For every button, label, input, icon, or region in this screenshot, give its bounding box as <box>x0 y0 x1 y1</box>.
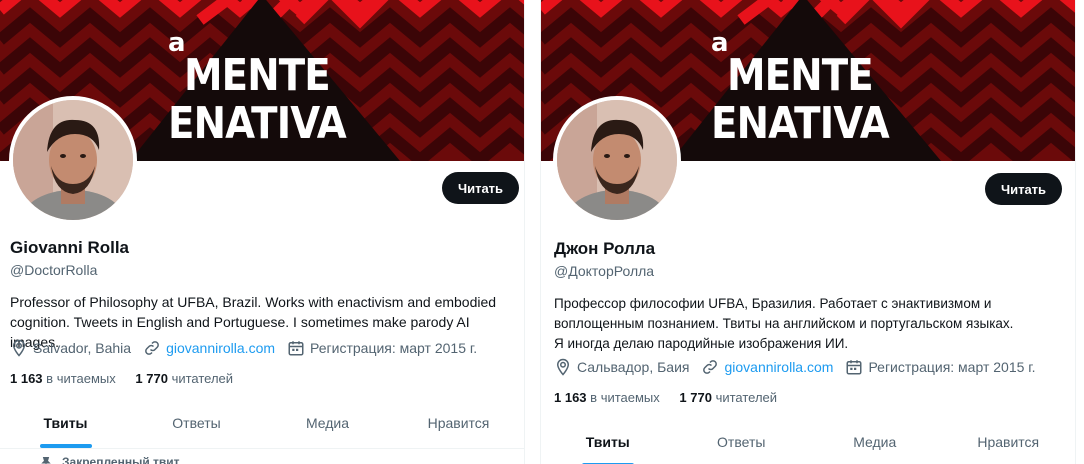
tab-media[interactable]: Медиа <box>262 397 393 448</box>
tab-likes[interactable]: Нравится <box>942 416 1076 464</box>
pinned-tweet-header: Закрепленный твит <box>40 455 180 464</box>
tab-replies[interactable]: Ответы <box>131 397 262 448</box>
logo-line-1: MENTE <box>727 50 874 101</box>
tab-tweets[interactable]: Твиты <box>541 416 675 464</box>
website-link[interactable]: giovannirolla.com <box>724 359 833 375</box>
location-text: Salvador, Bahia <box>33 340 132 356</box>
avatar[interactable] <box>9 96 137 224</box>
tab-likes[interactable]: Нравится <box>393 397 524 448</box>
tab-media-label: Медиа <box>853 433 897 450</box>
tab-replies[interactable]: Ответы <box>675 416 809 464</box>
tab-tweets-label: Твиты <box>43 414 88 431</box>
followers-count-link[interactable]: 1 770 читателей <box>135 371 233 386</box>
joined-item: Регистрация: март 2015 г. <box>287 339 477 357</box>
link-icon <box>703 360 718 374</box>
profile-name: Джон Ролла <box>554 239 656 258</box>
logo-line-2: ENATIVA <box>168 98 347 149</box>
location-icon <box>12 339 26 357</box>
calendar-icon <box>846 360 862 375</box>
following-count-link[interactable]: 1 163 в читаемых <box>554 390 660 405</box>
location-item: Сальвадор, Баия <box>554 358 689 376</box>
active-tab-indicator <box>39 444 92 448</box>
logo-a: a <box>168 28 186 58</box>
followers-count-link[interactable]: 1 770 читателей <box>679 390 777 405</box>
avatar-portrait <box>557 100 677 220</box>
tab-replies-label: Ответы <box>717 433 766 450</box>
pin-icon <box>41 457 51 464</box>
location-icon <box>556 358 570 376</box>
profile-meta: Сальвадор, Баия giovannirolla.com Регист… <box>554 358 1048 376</box>
profile-handle: @ДокторРолла <box>554 263 655 279</box>
follow-counts: 1 163 в читаемых 1 770 читателей <box>554 390 793 405</box>
tab-tweets-label: Твиты <box>585 433 630 450</box>
profile-panel-original: a MENTE ENATIVA Читать Giovanni Rolla @D… <box>0 0 525 464</box>
profile-tabs: Твиты Ответы Медиа Нравится <box>541 416 1075 464</box>
avatar[interactable] <box>553 96 681 224</box>
following-count: 1 163 <box>10 371 43 386</box>
website-link[interactable]: giovannirolla.com <box>166 340 275 356</box>
joined-item: Регистрация: март 2015 г. <box>845 358 1036 376</box>
followers-count: 1 770 <box>679 390 712 405</box>
profile-handle: @DoctorRolla <box>10 262 98 278</box>
followers-label: читателей <box>715 390 778 405</box>
following-count-link[interactable]: 1 163 в читаемых <box>10 371 116 386</box>
following-label: в читаемых <box>590 390 660 405</box>
follow-button[interactable]: Читать <box>442 172 519 204</box>
tab-media-label: Медиа <box>305 414 350 431</box>
logo-line-2: ENATIVA <box>711 98 890 149</box>
follow-counts: 1 163 в читаемых 1 770 читателей <box>10 371 249 386</box>
joined-text: Регистрация: март 2015 г. <box>868 359 1036 375</box>
logo-line-1: MENTE <box>184 50 331 101</box>
avatar-portrait <box>13 100 133 220</box>
joined-text: Регистрация: март 2015 г. <box>310 340 478 356</box>
pinned-tweet-label: Закрепленный твит <box>62 455 180 464</box>
location-text: Сальвадор, Баия <box>577 359 690 375</box>
tab-likes-label: Нравится <box>427 414 490 431</box>
website-item[interactable]: giovannirolla.com <box>143 339 275 357</box>
follow-button[interactable]: Читать <box>985 173 1062 205</box>
calendar-icon <box>288 341 304 356</box>
link-icon <box>145 341 159 355</box>
tab-media[interactable]: Медиа <box>808 416 942 464</box>
profile-tabs: Твиты Ответы Медиа Нравится <box>0 397 524 449</box>
following-count: 1 163 <box>554 390 587 405</box>
logo-a: a <box>711 28 729 58</box>
website-item[interactable]: giovannirolla.com <box>701 358 833 376</box>
profile-bio: Профессор философии UFBA, Бразилия. Рабо… <box>554 296 1014 351</box>
followers-label: читателей <box>171 371 234 386</box>
profile-panel-translated: a MENTE ENATIVA Читать Джон Ролла @Докто… <box>540 0 1076 464</box>
tab-tweets[interactable]: Твиты <box>0 397 131 448</box>
followers-count: 1 770 <box>135 371 168 386</box>
following-label: в читаемых <box>46 371 116 386</box>
tab-replies-label: Ответы <box>172 414 221 431</box>
profile-name: Giovanni Rolla <box>10 238 130 257</box>
location-item: Salvador, Bahia <box>10 339 131 357</box>
profile-meta: Salvador, Bahia giovannirolla.com Регист… <box>10 339 489 357</box>
tab-likes-label: Нравится <box>977 433 1040 450</box>
